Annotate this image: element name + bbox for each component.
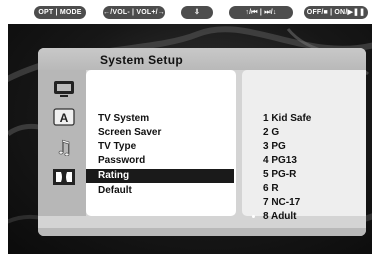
menu-title: System Setup [100,53,183,67]
svg-text:♫: ♫ [55,138,72,156]
current-selection-dot-icon [252,215,255,218]
menu-item-screen-saver[interactable]: Screen Saver [98,126,161,140]
menu-item-password[interactable]: Password [98,154,145,168]
menu-item-rating[interactable]: Rating [86,169,234,183]
remote-hint-bar: OPT | MODE ←/VOL- | VOL+/→ ⇩ ↑/⏮ | ⏭/↓ O… [0,0,378,24]
power-play-button[interactable]: OFF/■ | ON/▶❚❚ [304,6,368,19]
rating-option-nc-17[interactable]: 7 NC-17 [263,196,300,210]
dvd-player-screen: OPT | MODE ←/VOL- | VOL+/→ ⇩ ↑/⏮ | ⏭/↓ O… [0,0,378,254]
svg-text:A: A [60,111,69,125]
category-icon-column: A ♫ [38,70,86,216]
menu-header: System Setup [38,48,366,70]
subtitle-a-icon[interactable]: A [52,108,76,126]
rating-option-pg-r[interactable]: 5 PG-R [263,168,296,182]
setup-menu-panel: System Setup A ♫ TV System Screen Saver … [38,48,366,236]
music-note-icon[interactable]: ♫ [52,137,76,160]
menu-footer [38,228,366,236]
eject-button[interactable]: ⇩ [181,6,213,19]
menu-item-tv-system[interactable]: TV System [98,112,149,126]
rating-option-kid-safe[interactable]: 1 Kid Safe [263,112,311,126]
menu-item-default[interactable]: Default [98,184,132,198]
rating-options-list [242,70,366,216]
rating-option-pg13[interactable]: 4 PG13 [263,154,297,168]
tv-screen: System Setup A ♫ TV System Screen Saver … [8,24,372,254]
skip-button[interactable]: ↑/⏮ | ⏭/↓ [229,6,293,19]
rating-option-adult[interactable]: 8 Adult [263,210,297,224]
rating-option-r[interactable]: 6 R [263,182,279,196]
tv-icon[interactable] [52,80,76,98]
volume-button[interactable]: ←/VOL- | VOL+/→ [103,6,165,19]
menu-item-tv-type[interactable]: TV Type [98,140,136,154]
dolby-icon[interactable] [52,168,76,186]
rating-option-g[interactable]: 2 G [263,126,279,140]
opt-mode-button[interactable]: OPT | MODE [34,6,86,19]
rating-option-pg[interactable]: 3 PG [263,140,286,154]
